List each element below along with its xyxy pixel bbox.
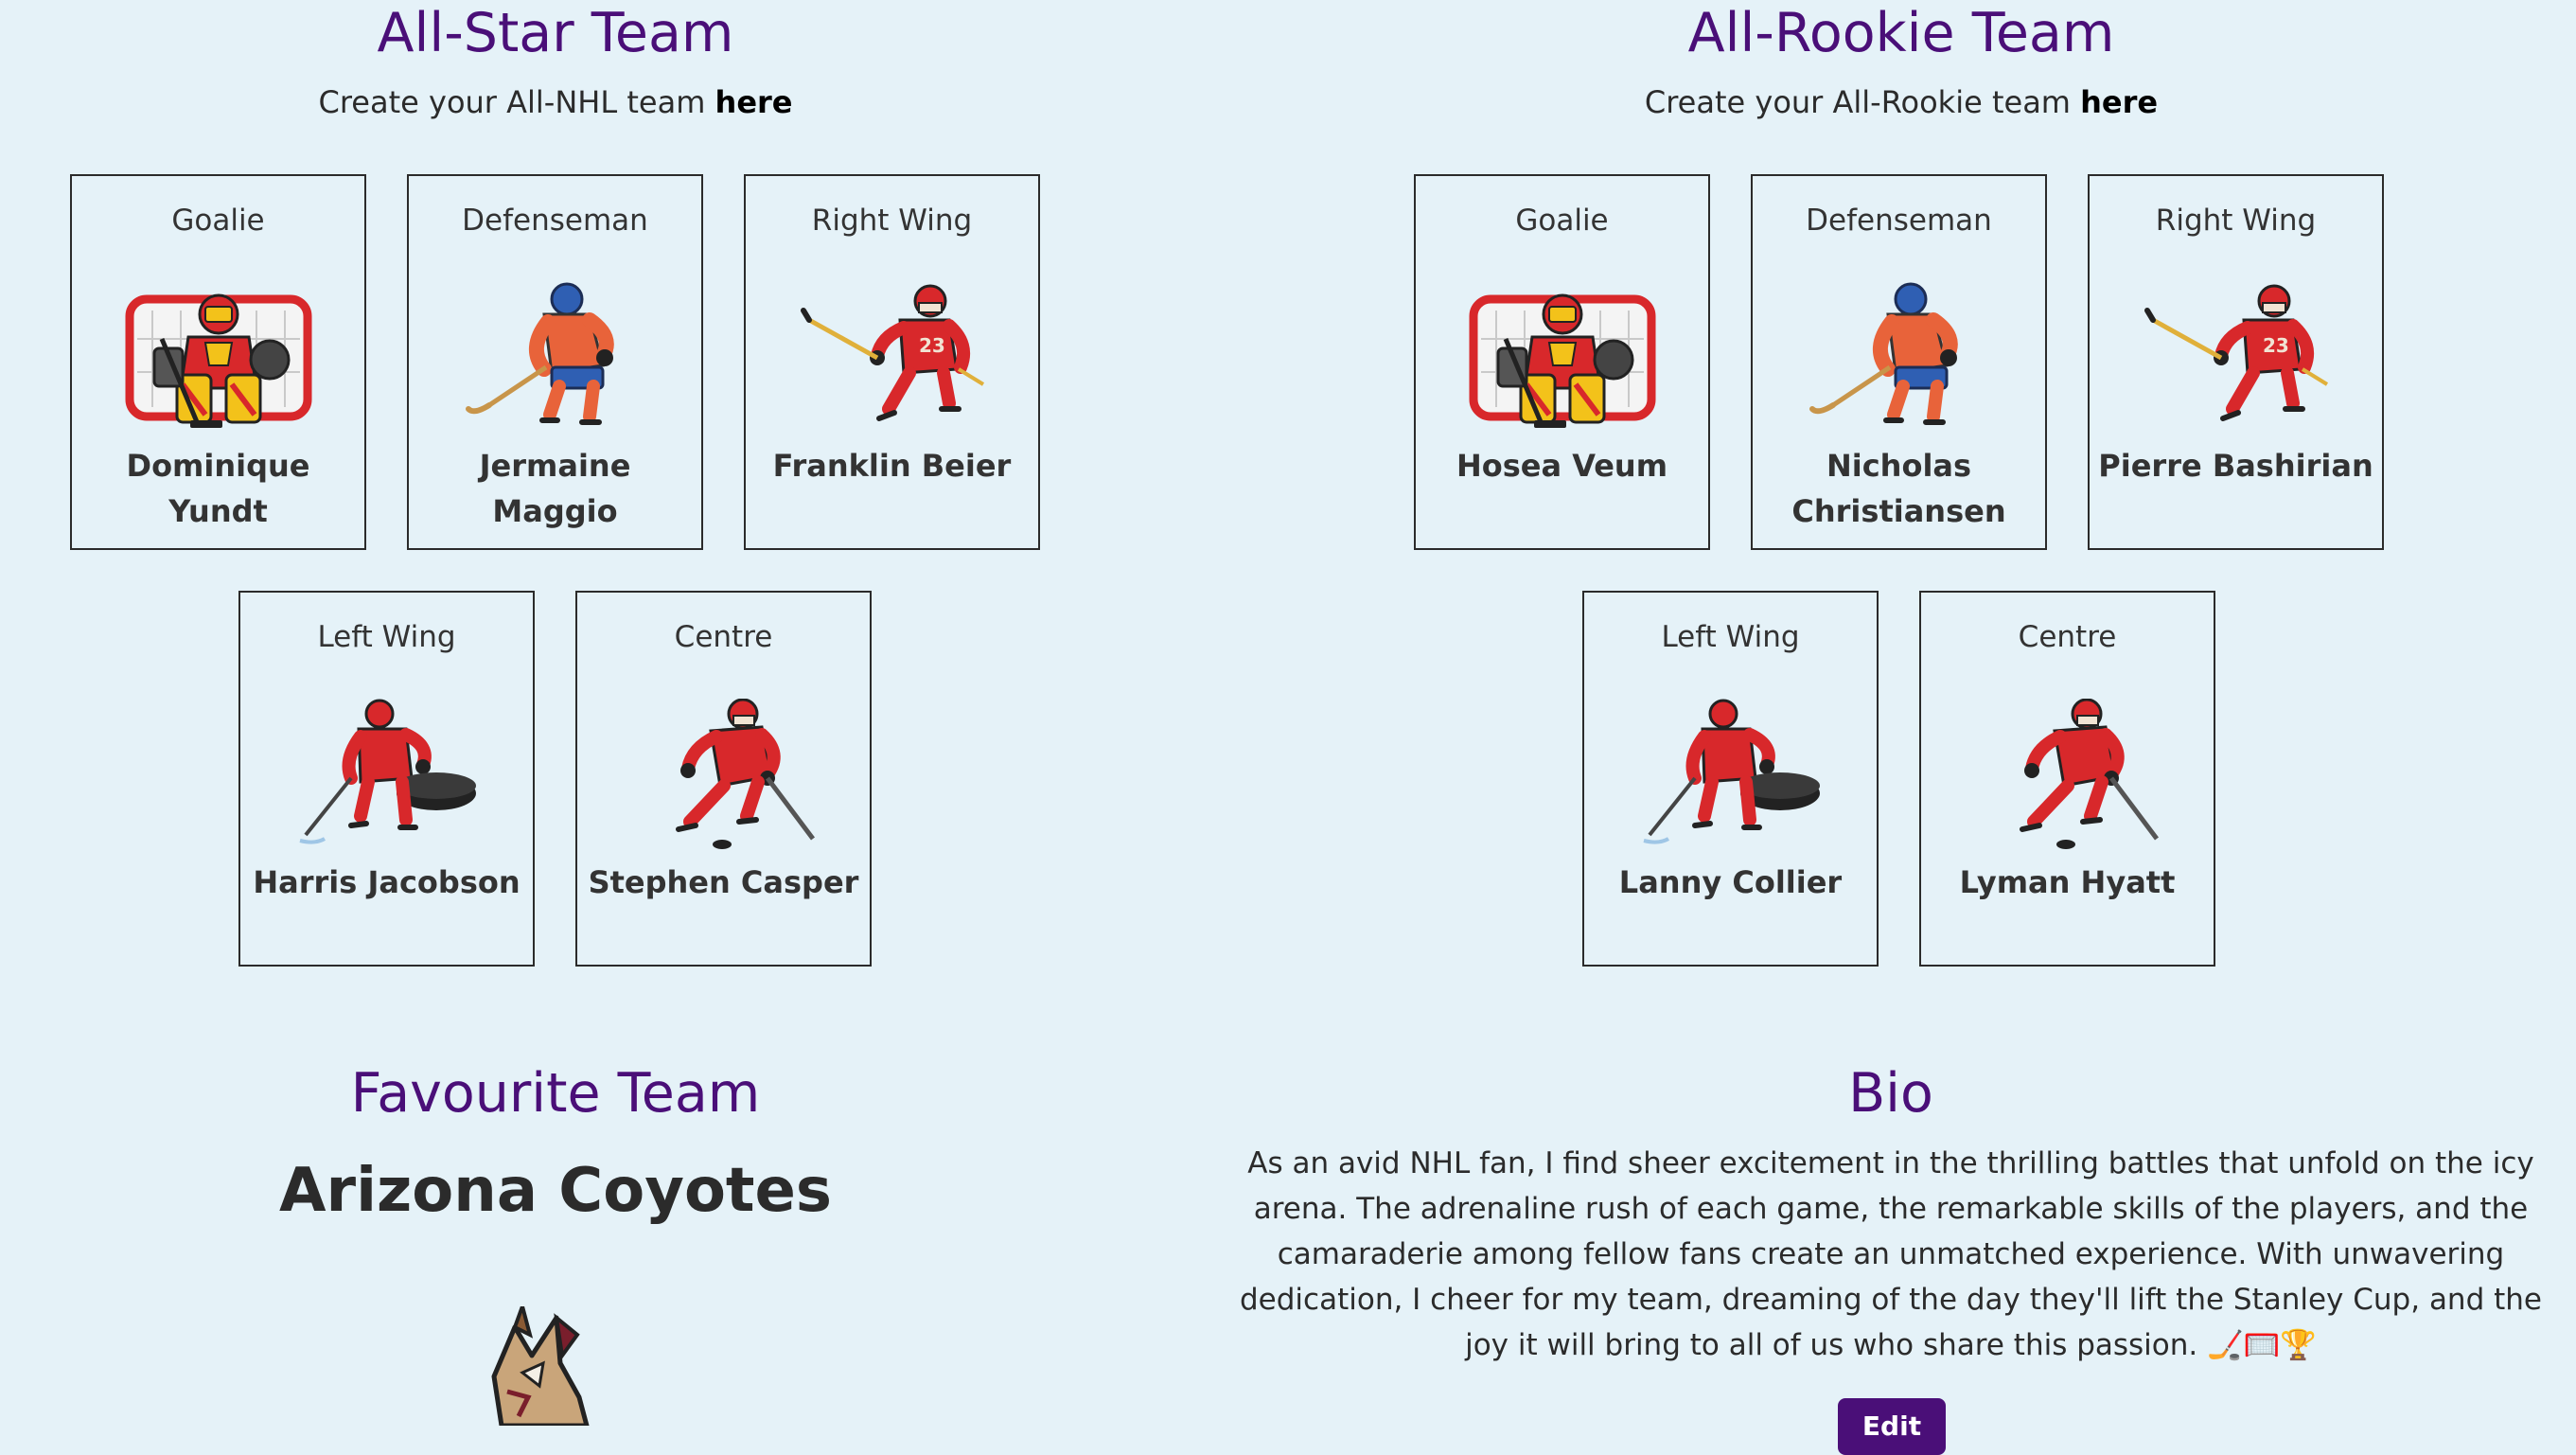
all-rookie-create-link[interactable]: here — [2080, 84, 2158, 120]
card-player-name: Jermaine Maggio — [479, 448, 631, 529]
all-star-card-right-wing[interactable]: Right Wing Franklin Beier — [744, 174, 1040, 550]
card-position: Defenseman — [1806, 204, 1992, 238]
card-position: Centre — [2018, 620, 2117, 654]
goalie-icon — [1468, 282, 1657, 434]
all-rookie-subtitle-text: Create your All-Rookie team — [1644, 84, 2081, 120]
favourite-team-title: Favourite Team — [350, 1062, 761, 1125]
defenseman-icon — [461, 282, 650, 434]
all-star-subtitle-text: Create your All-NHL team — [318, 84, 715, 120]
all-rookie-card-goalie[interactable]: Goalie Hosea Veum — [1414, 174, 1710, 550]
edit-bio-button[interactable]: Edit — [1838, 1398, 1946, 1455]
card-player-name: Harris Jacobson — [253, 864, 520, 900]
card-position: Right Wing — [811, 204, 973, 238]
all-star-subtitle: Create your All-NHL team here — [165, 83, 946, 121]
all-rookie-card-centre[interactable]: Centre Lyman Hyatt — [1919, 591, 2215, 967]
card-player-name: Hosea Veum — [1456, 448, 1668, 484]
all-rookie-subtitle: Create your All-Rookie team here — [1414, 83, 2389, 121]
card-player-name: Franklin Beier — [772, 448, 1012, 484]
bio-title: Bio — [1848, 1062, 1933, 1125]
right-wing-icon — [2142, 282, 2331, 434]
card-player-name: Lyman Hyatt — [1959, 864, 2176, 900]
all-rookie-card-left-wing[interactable]: Left Wing Lanny Collier — [1582, 591, 1879, 967]
bio-text: As an avid NHL fan, I find sheer excitem… — [1240, 1146, 2542, 1362]
card-player-name: Lanny Collier — [1618, 864, 1843, 900]
card-player-name: Stephen Casper — [588, 864, 859, 900]
all-star-card-left-wing[interactable]: Left Wing Harris Jacobson — [238, 591, 535, 967]
centre-icon — [1973, 699, 2162, 850]
all-rookie-card-right-wing[interactable]: Right Wing Pierre Bashirian — [2088, 174, 2384, 550]
defenseman-icon — [1805, 282, 1994, 434]
card-position: Goalie — [171, 204, 265, 238]
card-player-name: Dominique Yundt — [126, 448, 310, 529]
card-player-name: Nicholas Christiansen — [1791, 448, 2006, 529]
right-wing-icon — [798, 282, 987, 434]
card-position: Centre — [674, 620, 773, 654]
all-rookie-card-defenseman[interactable]: Defenseman Nicholas Christiansen — [1751, 174, 2047, 550]
all-rookie-title: All-Rookie Team — [1687, 2, 2115, 64]
all-star-card-centre[interactable]: Centre Stephen Casper — [575, 591, 872, 967]
all-star-card-goalie[interactable]: Goalie Dominique Yundt — [70, 174, 366, 550]
all-star-title: All-Star Team — [377, 2, 734, 64]
card-position: Left Wing — [1661, 620, 1800, 654]
left-wing-icon — [1636, 699, 1826, 850]
goalie-icon — [124, 282, 313, 434]
all-star-card-defenseman[interactable]: Defenseman Jermaine Maggio — [407, 174, 703, 550]
favourite-team-name: Arizona Coyotes — [279, 1156, 832, 1226]
card-position: Defenseman — [462, 204, 648, 238]
card-player-name: Pierre Bashirian — [2098, 448, 2373, 484]
card-position: Left Wing — [317, 620, 456, 654]
card-position: Right Wing — [2155, 204, 2317, 238]
left-wing-icon — [292, 699, 482, 850]
all-star-create-link[interactable]: here — [715, 84, 793, 120]
coyote-logo-icon — [491, 1306, 590, 1426]
centre-icon — [629, 699, 819, 850]
card-position: Goalie — [1515, 204, 1609, 238]
